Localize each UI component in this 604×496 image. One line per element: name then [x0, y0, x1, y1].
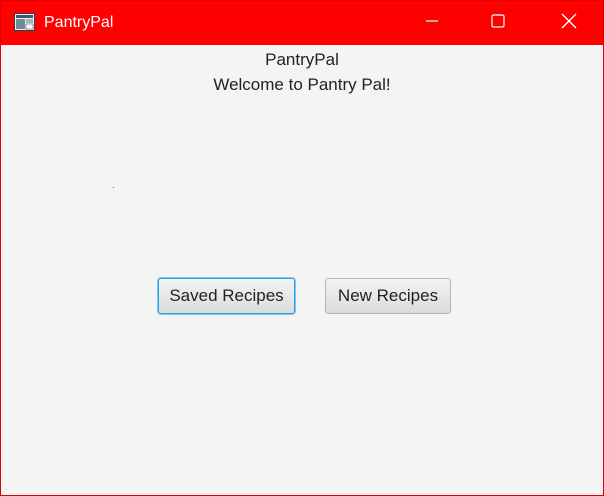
maximize-icon: [491, 13, 505, 33]
close-icon: [561, 13, 577, 34]
app-icon: [14, 13, 35, 31]
window-title: PantryPal: [44, 14, 114, 31]
saved-recipes-button[interactable]: Saved Recipes: [158, 278, 295, 314]
new-recipes-button[interactable]: New Recipes: [325, 278, 451, 314]
minimize-icon: [426, 14, 438, 32]
app-name-label: PantryPal: [265, 50, 339, 69]
title-bar[interactable]: PantryPal: [1, 1, 603, 45]
close-button[interactable]: [546, 1, 592, 45]
maximize-button[interactable]: [475, 1, 521, 45]
stray-pixel: [113, 187, 114, 188]
welcome-label: Welcome to Pantry Pal!: [213, 75, 391, 94]
app-window: PantryPal PantryPal Welcome to Pantry Pa…: [0, 0, 604, 496]
minimize-button[interactable]: [409, 1, 455, 45]
main-content: PantryPal Welcome to Pantry Pal! Saved R…: [1, 45, 603, 496]
